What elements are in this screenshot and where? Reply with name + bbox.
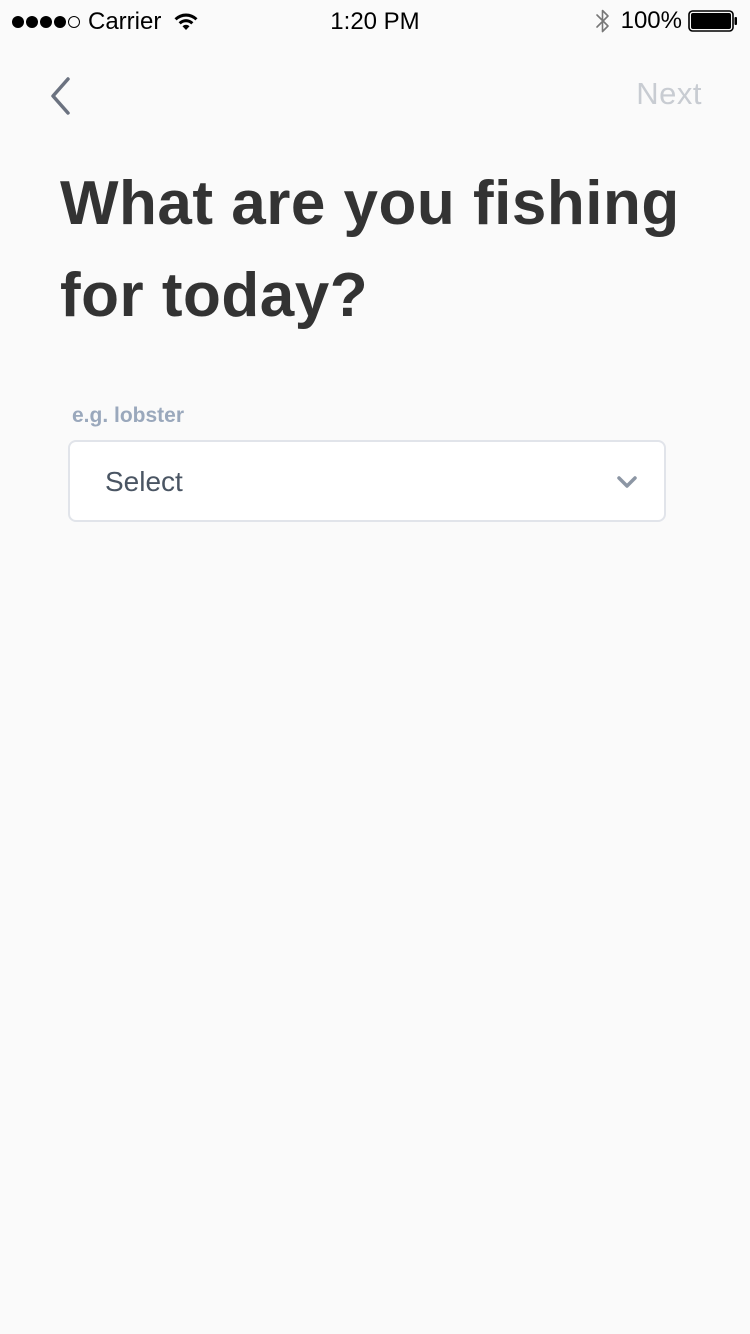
chevron-left-icon — [51, 77, 70, 115]
species-select[interactable]: Select — [68, 440, 666, 522]
select-value: Select — [105, 466, 183, 497]
back-button[interactable] — [36, 72, 84, 120]
battery-percentage: 100% — [620, 7, 682, 34]
status-bar: Carrier 1:20 PM 100% — [0, 0, 750, 40]
page-title: What are you fishing for today? — [60, 169, 680, 330]
chevron-down-icon — [617, 476, 637, 488]
battery-icon — [688, 10, 737, 32]
bluetooth-icon — [595, 9, 609, 33]
field-label: e.g. lobster — [72, 404, 185, 427]
next-button[interactable]: Next — [636, 76, 702, 112]
status-bar-right: 100% — [595, 6, 738, 36]
